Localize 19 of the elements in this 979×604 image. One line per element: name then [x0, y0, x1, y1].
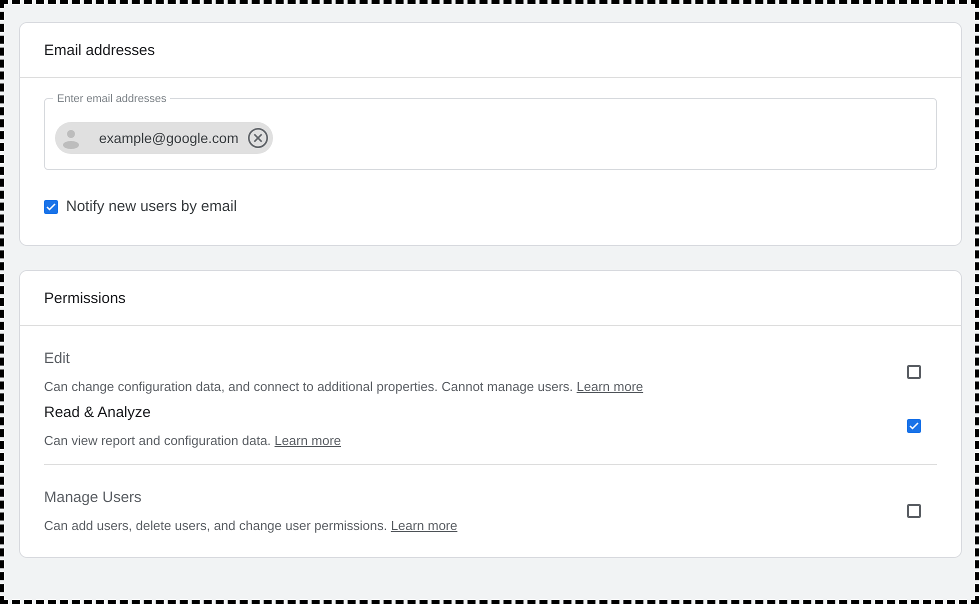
permission-description: Can view report and configuration data. Learn more	[44, 433, 342, 448]
permission-description: Can change configuration data, and connect to additional properties. Cannot manage users. Learn more	[44, 379, 644, 394]
checkbox[interactable]	[44, 200, 58, 214]
remove-icon[interactable]	[246, 127, 269, 149]
field-label: Enter email addresses	[53, 93, 170, 105]
learn-more-link[interactable]: Learn more	[274, 433, 342, 448]
email-chip[interactable]: example@google.com	[55, 122, 273, 154]
checkbox[interactable]	[907, 419, 921, 433]
permission-title: Manage Users	[44, 489, 143, 506]
checkbox[interactable]	[907, 504, 921, 518]
checkbox-label: Notify new users by email	[66, 198, 237, 215]
learn-more-link[interactable]: Learn more	[576, 379, 644, 394]
permission-title: Edit	[44, 350, 71, 367]
checkbox[interactable]	[907, 365, 921, 379]
permission-title: Read & Analyze	[44, 404, 152, 421]
card-title: Permissions	[44, 290, 126, 306]
card-title: Email addresses	[44, 42, 155, 58]
permission-description: Can add users, delete users, and change user permissions. Learn more	[44, 518, 458, 533]
learn-more-link[interactable]: Learn more	[390, 518, 458, 533]
